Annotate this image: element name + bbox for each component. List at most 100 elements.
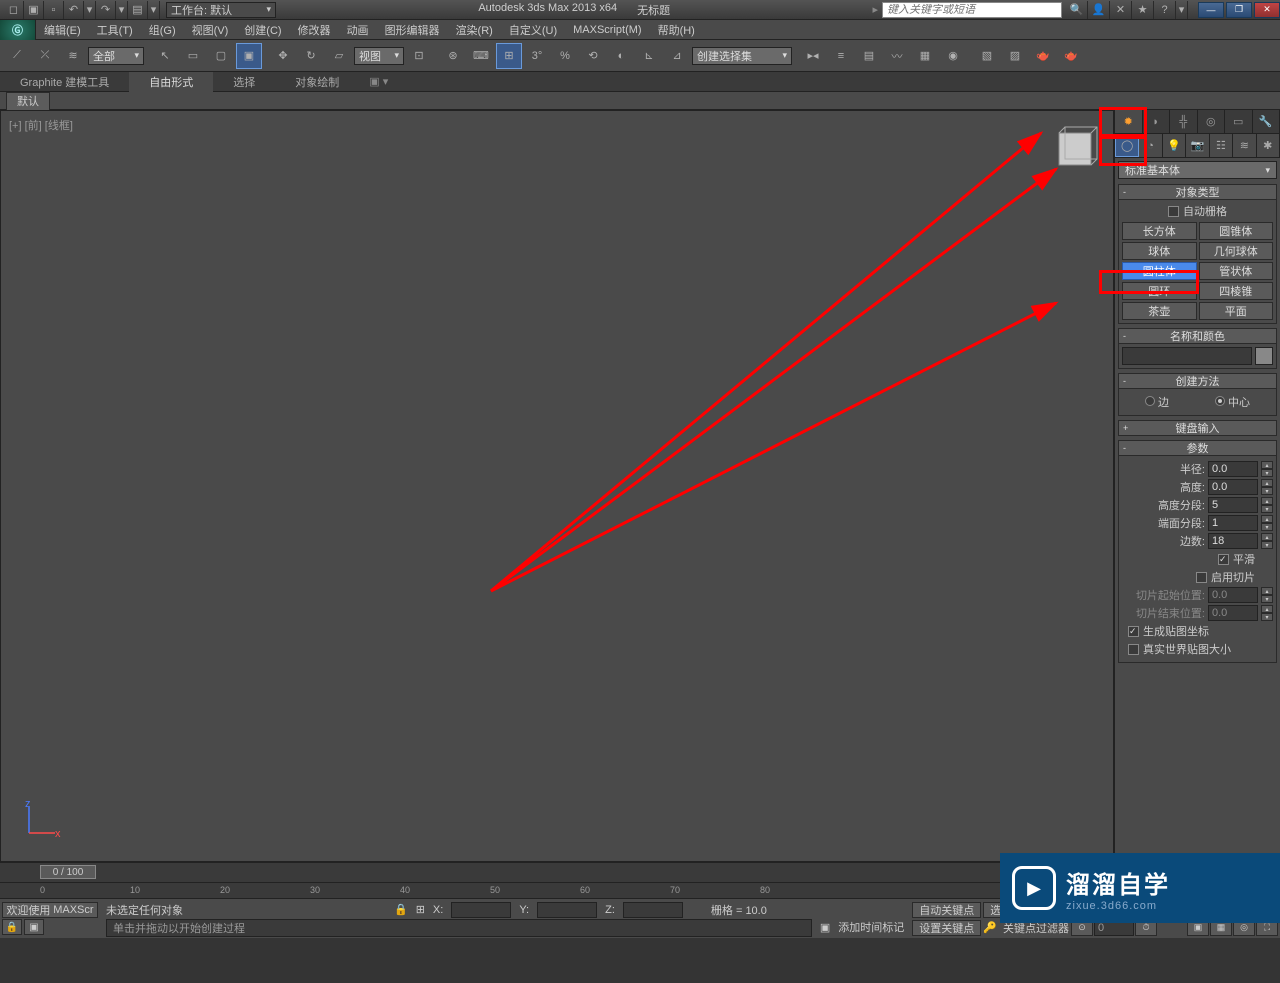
select-icon[interactable]: ↖ bbox=[152, 43, 178, 69]
bind-spacewrap-icon[interactable]: ≋ bbox=[60, 43, 86, 69]
move-icon[interactable]: ✥ bbox=[270, 43, 296, 69]
close-button[interactable]: ✕ bbox=[1254, 2, 1280, 18]
redo-icon[interactable]: ↷ bbox=[96, 1, 116, 19]
tab-motion[interactable]: ◎ bbox=[1198, 110, 1226, 133]
window-crossing-icon[interactable]: ▣ bbox=[236, 43, 262, 69]
tab-create[interactable]: ✹ bbox=[1115, 110, 1143, 133]
viewport[interactable]: [+] [前] [线框] z x bbox=[0, 110, 1114, 862]
render-prod-icon[interactable]: 🫖 bbox=[1058, 43, 1084, 69]
mirror-icon[interactable]: ▸◂ bbox=[800, 43, 826, 69]
height-spin-icon[interactable]: ▴▾ bbox=[1261, 479, 1273, 495]
abs-rel-icon[interactable]: ⊞ bbox=[416, 903, 425, 916]
height-spinner[interactable]: 0.0 bbox=[1208, 479, 1258, 495]
project-icon[interactable]: ▤ bbox=[128, 1, 148, 19]
select-region-icon[interactable]: ▢ bbox=[208, 43, 234, 69]
lock-icon[interactable]: 🔒 bbox=[2, 919, 22, 935]
viewport-label[interactable]: [+] [前] [线框] bbox=[9, 117, 73, 133]
cseg-spinner[interactable]: 1 bbox=[1208, 515, 1258, 531]
named-selset-combo[interactable]: 创建选择集 bbox=[692, 47, 792, 65]
new-icon[interactable]: ◻ bbox=[4, 1, 24, 19]
keyboardshort-icon[interactable]: ⌨ bbox=[468, 43, 494, 69]
autokey-button[interactable]: 自动关键点 bbox=[912, 902, 981, 918]
render-setup-icon[interactable]: ▧ bbox=[974, 43, 1000, 69]
rotate-icon[interactable]: ↻ bbox=[298, 43, 324, 69]
save-icon[interactable]: ▫ bbox=[44, 1, 64, 19]
sub-shapes[interactable]: ◔ bbox=[1139, 134, 1162, 157]
z-input[interactable] bbox=[623, 902, 683, 918]
help-icon[interactable]: ? bbox=[1154, 1, 1176, 19]
material-icon[interactable]: ◉ bbox=[940, 43, 966, 69]
signin-icon[interactable]: 👤 bbox=[1088, 1, 1110, 19]
menu-tools[interactable]: 工具(T) bbox=[89, 20, 141, 40]
obj-sphere[interactable]: 球体 bbox=[1122, 242, 1197, 260]
render-icon[interactable]: 🫖 bbox=[1030, 43, 1056, 69]
open-icon[interactable]: ▣ bbox=[24, 1, 44, 19]
unlink-icon[interactable]: ⤫ bbox=[32, 43, 58, 69]
menu-create[interactable]: 创建(C) bbox=[236, 20, 289, 40]
x-input[interactable] bbox=[451, 902, 511, 918]
welcome-button[interactable]: 欢迎使用 MAXScr bbox=[2, 902, 98, 918]
select-link-icon[interactable]: ⟋ bbox=[4, 43, 30, 69]
key-icon[interactable]: 🔑 bbox=[983, 921, 997, 934]
sub-cameras[interactable]: 📷 bbox=[1186, 134, 1209, 157]
rollout-method-head[interactable]: -创建方法 bbox=[1118, 373, 1277, 389]
normal-icon[interactable]: ⊿ bbox=[664, 43, 690, 69]
ribbon-objpaint[interactable]: 对象绘制 bbox=[275, 72, 359, 92]
ribbon-select[interactable]: 选择 bbox=[213, 72, 275, 92]
sub-lights[interactable]: 💡 bbox=[1163, 134, 1186, 157]
hseg-spin-icon[interactable]: ▴▾ bbox=[1261, 497, 1273, 513]
ref-coord-combo[interactable]: 视图 bbox=[354, 47, 404, 65]
method-center-radio[interactable] bbox=[1215, 396, 1225, 406]
exchange-icon[interactable]: ✕ bbox=[1110, 1, 1132, 19]
sub-spacewarps[interactable]: ≋ bbox=[1233, 134, 1256, 157]
obj-torus[interactable]: 圆环 bbox=[1122, 282, 1197, 300]
tab-display[interactable]: ▭ bbox=[1225, 110, 1253, 133]
rollout-params-head[interactable]: -参数 bbox=[1118, 440, 1277, 456]
object-name-input[interactable] bbox=[1122, 347, 1252, 365]
sub-helpers[interactable]: ☷ bbox=[1210, 134, 1233, 157]
ribbon-sub-default[interactable]: 默认 bbox=[6, 92, 50, 110]
minimize-button[interactable]: — bbox=[1198, 2, 1224, 18]
sides-spin-icon[interactable]: ▴▾ bbox=[1261, 533, 1273, 549]
menu-grapheditor[interactable]: 图形编辑器 bbox=[377, 20, 448, 40]
redo-drop-icon[interactable]: ▾ bbox=[116, 1, 128, 19]
hseg-spinner[interactable]: 5 bbox=[1208, 497, 1258, 513]
object-color-swatch[interactable] bbox=[1255, 347, 1273, 365]
obj-cone[interactable]: 圆锥体 bbox=[1199, 222, 1274, 240]
setkey-button[interactable]: 设置关键点 bbox=[912, 920, 981, 936]
obj-box[interactable]: 长方体 bbox=[1122, 222, 1197, 240]
snap-toggle-icon[interactable]: ⊞ bbox=[496, 43, 522, 69]
obj-tube[interactable]: 管状体 bbox=[1199, 262, 1274, 280]
edge-constraint-icon[interactable]: ◐ bbox=[608, 43, 634, 69]
percent-snap-icon[interactable]: % bbox=[552, 43, 578, 69]
obj-teapot[interactable]: 茶壶 bbox=[1122, 302, 1197, 320]
qat-drop-icon[interactable]: ▾ bbox=[148, 1, 160, 19]
sub-systems[interactable]: ✱ bbox=[1257, 134, 1280, 157]
align-icon[interactable]: ≡ bbox=[828, 43, 854, 69]
y-input[interactable] bbox=[537, 902, 597, 918]
render-frame-icon[interactable]: ▨ bbox=[1002, 43, 1028, 69]
curve-editor-icon[interactable]: 〰 bbox=[884, 43, 910, 69]
undo-drop-icon[interactable]: ▾ bbox=[84, 1, 96, 19]
maximize-button[interactable]: ❐ bbox=[1226, 2, 1252, 18]
rollout-kbd-head[interactable]: +键盘输入 bbox=[1118, 420, 1277, 436]
category-combo[interactable]: 标准基本体 bbox=[1118, 161, 1277, 179]
workspace-combo[interactable]: 工作台: 默认 bbox=[166, 2, 276, 18]
menu-group[interactable]: 组(G) bbox=[141, 20, 184, 40]
sub-geometry[interactable]: ◯ bbox=[1115, 134, 1139, 157]
select-name-icon[interactable]: ▭ bbox=[180, 43, 206, 69]
gencoords-check[interactable] bbox=[1128, 626, 1139, 637]
selection-filter[interactable]: 全部 bbox=[88, 47, 144, 65]
obj-pyramid[interactable]: 四棱锥 bbox=[1199, 282, 1274, 300]
tab-utilities[interactable]: 🔧 bbox=[1253, 110, 1280, 133]
pivot-icon[interactable]: ⊡ bbox=[406, 43, 432, 69]
menu-help[interactable]: 帮助(H) bbox=[650, 20, 703, 40]
tab-hierarchy[interactable]: ╬ bbox=[1170, 110, 1198, 133]
obj-geosphere[interactable]: 几何球体 bbox=[1199, 242, 1274, 260]
time-slider[interactable]: 0 / 100 bbox=[40, 865, 96, 879]
menu-anim[interactable]: 动画 bbox=[339, 20, 377, 40]
menu-edit[interactable]: 编辑(E) bbox=[36, 20, 89, 40]
favorite-icon[interactable]: ★ bbox=[1132, 1, 1154, 19]
app-menu-button[interactable]: Ⓖ bbox=[0, 20, 36, 40]
menu-modifier[interactable]: 修改器 bbox=[290, 20, 339, 40]
